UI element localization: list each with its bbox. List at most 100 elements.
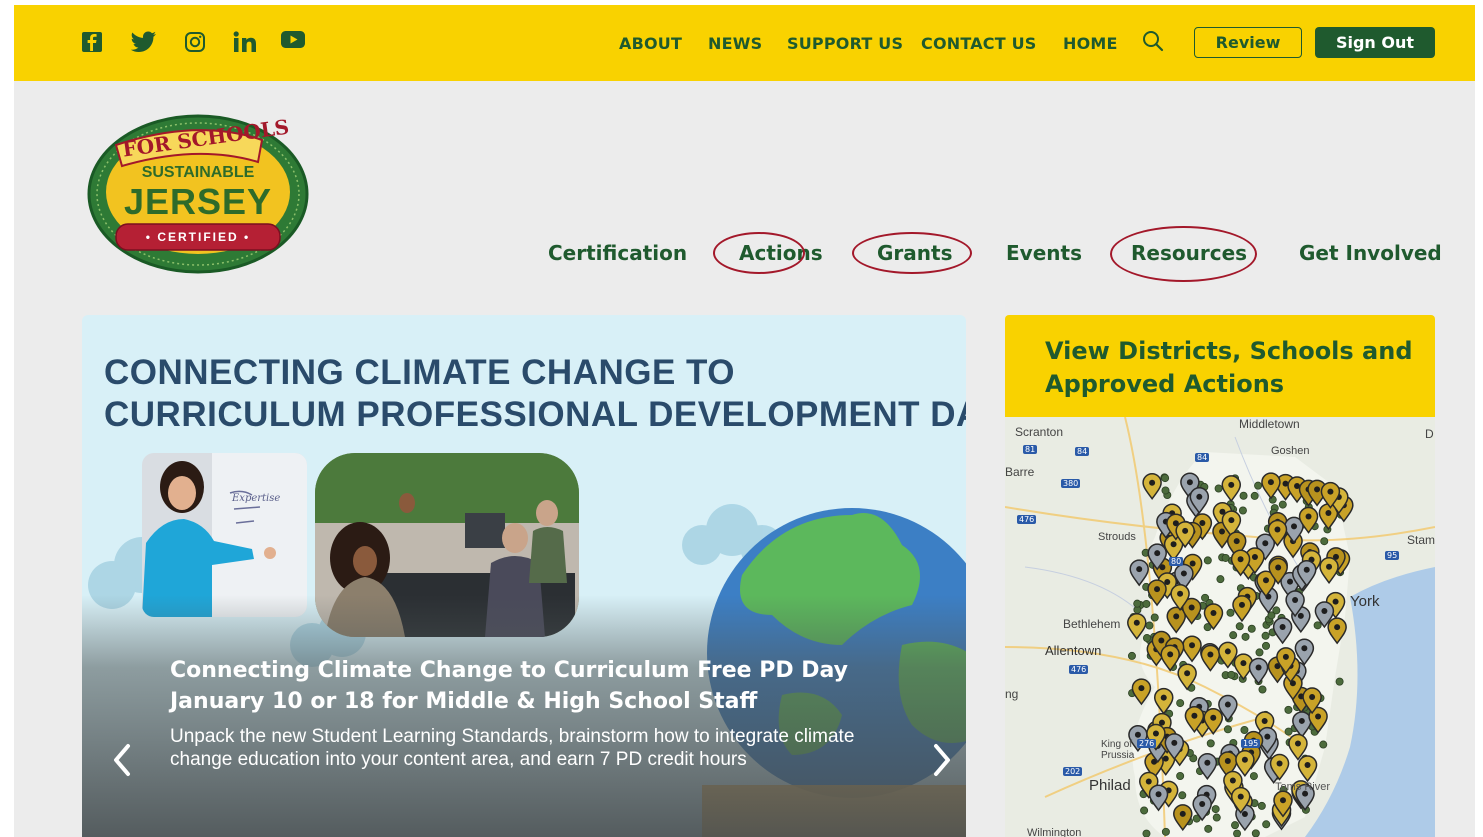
map-school-dot[interactable] <box>1214 484 1223 493</box>
nav-get-involved[interactable]: Get Involved <box>1299 241 1442 265</box>
map-school-dot[interactable] <box>1255 648 1264 657</box>
map-school-dot[interactable] <box>1161 827 1170 836</box>
search-icon[interactable] <box>1141 30 1165 54</box>
map-school-dot[interactable] <box>1176 699 1185 708</box>
review-button[interactable]: Review <box>1194 27 1302 58</box>
map-school-dot[interactable] <box>1231 821 1240 830</box>
map-school-dot[interactable] <box>1142 634 1151 643</box>
map-school-dot[interactable] <box>1262 820 1271 829</box>
map-school-dot[interactable] <box>1133 599 1142 608</box>
map-school-dot[interactable] <box>1257 801 1266 810</box>
map-school-dot[interactable] <box>1176 771 1185 780</box>
map-school-dot[interactable] <box>1223 725 1232 734</box>
nav-home[interactable]: HOME <box>1063 34 1118 53</box>
nav-certification[interactable]: Certification <box>548 241 687 265</box>
hero-carousel[interactable]: CONNECTING CLIMATE CHANGE TO CURRICULUM … <box>82 315 966 837</box>
nav-grants[interactable]: Grants <box>877 241 952 265</box>
map-school-dot[interactable] <box>1142 599 1151 608</box>
map-school-dot[interactable] <box>1178 791 1187 800</box>
nav-actions[interactable]: Actions <box>739 241 823 265</box>
map-school-dot[interactable] <box>1247 624 1256 633</box>
nav-news[interactable]: NEWS <box>708 34 762 53</box>
map-label-barre: Barre <box>1005 465 1035 479</box>
map-school-dot[interactable] <box>1254 481 1263 490</box>
map-card-title[interactable]: View Districts, Schools and Approved Act… <box>1045 335 1415 401</box>
carousel-prev-arrow-icon[interactable] <box>112 743 132 784</box>
map-school-dot[interactable] <box>1284 727 1293 736</box>
map-pin-center <box>1196 493 1203 500</box>
map-card[interactable]: View Districts, Schools and Approved Act… <box>1005 315 1435 837</box>
map-school-dot[interactable] <box>1258 685 1267 694</box>
map-pin-center <box>1189 642 1196 649</box>
map-school-dot[interactable] <box>1142 829 1151 837</box>
map-school-dot[interactable] <box>1127 651 1136 660</box>
map-school-dot[interactable] <box>1313 621 1322 630</box>
nav-events[interactable]: Events <box>1006 241 1082 265</box>
map-pin-center <box>1241 810 1248 817</box>
map-school-dot[interactable] <box>1284 705 1293 714</box>
instagram-icon[interactable] <box>183 28 207 56</box>
map-school-dot[interactable] <box>1201 593 1210 602</box>
map-pin-center <box>1276 760 1283 767</box>
map-school-dot[interactable] <box>1335 677 1344 686</box>
map-school-dot[interactable] <box>1145 621 1154 630</box>
map-pin-center <box>1134 731 1141 738</box>
map-school-dot[interactable] <box>1239 491 1248 500</box>
map-school-dot[interactable] <box>1235 622 1244 631</box>
map-label-goshen: Goshen <box>1271 445 1310 457</box>
sign-out-button[interactable]: Sign Out <box>1315 27 1435 58</box>
site-logo[interactable]: FOR SCHOOLS SUSTAINABLE JERSEY • CERTIFI… <box>86 110 310 275</box>
carousel-headline-line2: January 10 or 18 for Middle & High Schoo… <box>170 689 758 714</box>
map-school-dot[interactable] <box>1261 641 1270 650</box>
map-school-dot[interactable] <box>1229 631 1238 640</box>
map-pin-center <box>1321 607 1328 614</box>
nav-contact-us[interactable]: CONTACT US <box>921 34 1037 53</box>
map-school-dot[interactable] <box>1226 608 1235 617</box>
map-school-dot[interactable] <box>1211 805 1220 814</box>
map-school-dot[interactable] <box>1240 726 1249 735</box>
map-school-dot[interactable] <box>1261 631 1270 640</box>
nav-about[interactable]: ABOUT <box>619 34 682 53</box>
map-pin-center <box>1297 612 1304 619</box>
map-school-dot[interactable] <box>1206 739 1215 748</box>
map-card-header: View Districts, Schools and Approved Act… <box>1005 315 1435 417</box>
map-school-dot[interactable] <box>1241 632 1250 641</box>
map-pin-center <box>1188 604 1195 611</box>
map-school-dot[interactable] <box>1250 491 1259 500</box>
map-pin-center <box>1237 556 1244 563</box>
map-school-dot[interactable] <box>1161 486 1170 495</box>
map-school-dot[interactable] <box>1320 537 1329 546</box>
map-school-dot[interactable] <box>1204 824 1213 833</box>
map-school-dot[interactable] <box>1233 829 1242 837</box>
map-label-middletown: Middletown <box>1239 417 1300 431</box>
carousel-headline-line1: Connecting Climate Change to Curriculum … <box>170 658 849 683</box>
linkedin-icon[interactable] <box>233 28 259 56</box>
map-label-toms-river: Toms River <box>1275 781 1331 793</box>
map-school-dot[interactable] <box>1221 553 1230 562</box>
map-school-dot[interactable] <box>1140 806 1149 815</box>
map-school-dot[interactable] <box>1319 740 1328 749</box>
map-pin-center <box>1149 479 1156 486</box>
carousel-next-arrow-icon[interactable] <box>932 743 952 784</box>
map-pin-center <box>1241 756 1248 763</box>
highway-shield: 476 <box>1069 665 1089 674</box>
nav-resources[interactable]: Resources <box>1131 241 1247 265</box>
map-school-dot[interactable] <box>1150 613 1159 622</box>
youtube-icon[interactable] <box>280 26 306 54</box>
map-school-dot[interactable] <box>1251 829 1260 837</box>
facebook-icon[interactable] <box>80 28 104 56</box>
nav-support-us[interactable]: SUPPORT US <box>787 34 903 53</box>
map-school-dot[interactable] <box>1238 506 1247 515</box>
map-school-dot[interactable] <box>1161 474 1170 483</box>
twitter-icon[interactable] <box>130 28 158 56</box>
map-school-dot[interactable] <box>1278 500 1287 509</box>
map-school-dot[interactable] <box>1216 575 1225 584</box>
map-school-dot[interactable] <box>1227 670 1236 679</box>
map-pin-center <box>1155 791 1162 798</box>
map-school-dot[interactable] <box>1249 772 1258 781</box>
map-school-dot[interactable] <box>1272 606 1281 615</box>
carousel-title-line2: CURRICULUM PROFESSIONAL DEVELOPMENT DAY <box>104 395 966 434</box>
map-school-dot[interactable] <box>1212 813 1221 822</box>
map-school-dot[interactable] <box>1203 556 1212 565</box>
districts-map[interactable]: Scranton Middletown Goshen D Barre Strou… <box>1005 416 1435 837</box>
